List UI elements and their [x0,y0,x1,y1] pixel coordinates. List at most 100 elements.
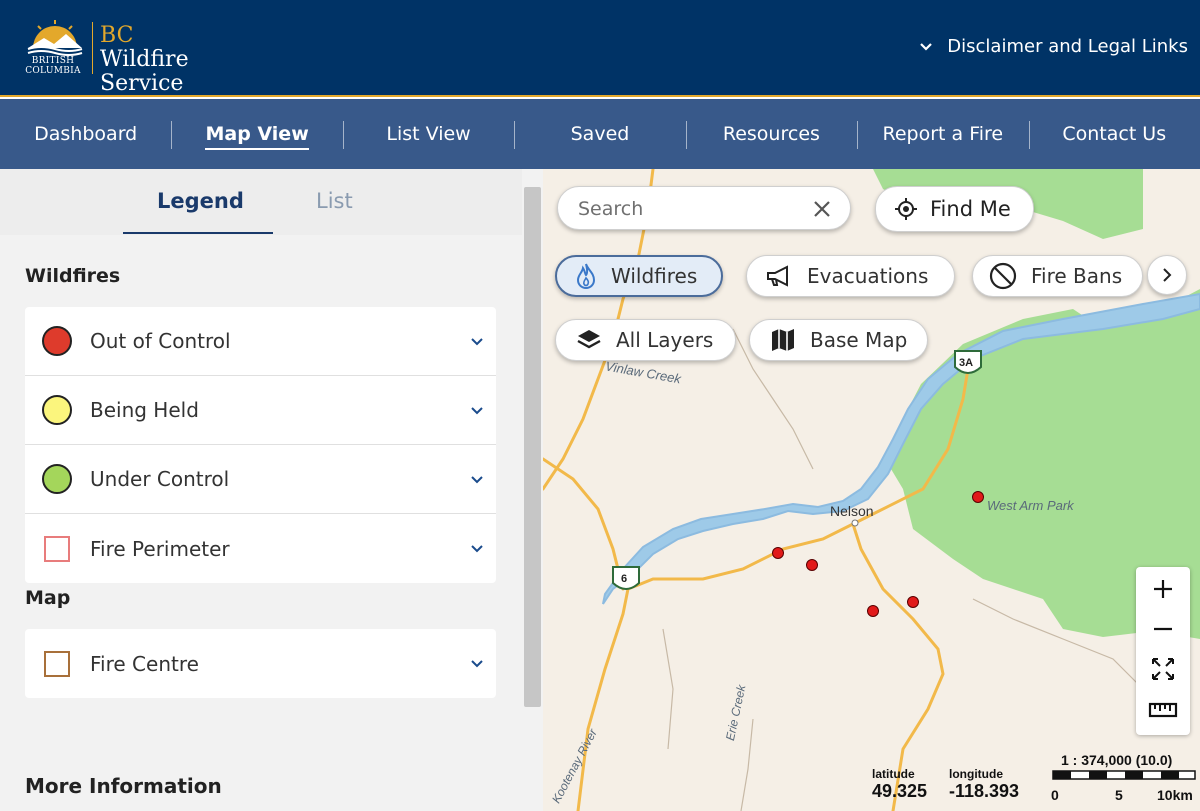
measure-button[interactable] [1136,689,1190,729]
expand-icon [1152,658,1174,680]
longitude-readout: longitude -118.393 [949,767,1019,802]
all-layers-label: All Layers [616,328,714,352]
clear-icon[interactable] [812,199,832,219]
fire-perimeter-square-icon [44,535,70,562]
fullscreen-button[interactable] [1136,649,1190,689]
panel-scrollbar[interactable] [524,187,541,707]
zoom-in-button[interactable] [1136,569,1190,609]
fire-marker[interactable] [867,605,879,617]
ban-icon [989,262,1017,290]
nav-report-a-fire[interactable]: Report a Fire [857,99,1028,169]
legend-item-fire-perimeter[interactable]: Fire Perimeter [25,514,496,583]
nav-list-view[interactable]: List View [342,99,514,169]
creek-line [662,628,674,750]
map-legend: Fire Centre [25,629,496,698]
latitude-readout: latitude 49.325 [872,767,927,802]
nav-label: List View [386,123,471,145]
legend-item-out-of-control[interactable]: Out of Control [25,307,496,376]
plus-icon [1154,580,1172,598]
nav-label: Map View [205,123,309,150]
all-layers-button[interactable]: All Layers [555,319,737,361]
chevron-right-icon [1163,268,1172,282]
latitude-label: latitude [872,767,915,781]
fire-marker[interactable] [806,559,818,571]
chevron-down-icon [920,42,933,51]
legend-item-label: Being Held [90,398,199,422]
logo-divider [92,22,93,74]
base-map-button[interactable]: Base Map [749,319,929,361]
chevron-down-icon[interactable] [470,406,484,416]
fire-marker[interactable] [972,491,984,503]
map-zoom-controls [1136,567,1190,735]
place-label-nelson: Nelson [830,503,874,519]
layers-icon [577,330,601,349]
panel-tabs: Legend List [0,169,522,235]
nav-saved[interactable]: Saved [514,99,685,169]
layer-label: Evacuations [807,264,929,288]
layer-fire-bans-button[interactable]: Fire Bans [972,255,1144,297]
bc-wildfire-logo[interactable]: BRITISH COLUMBIA BC Wildfire Service [18,18,228,96]
app-header: BRITISH COLUMBIA BC Wildfire Service Dis… [0,0,1200,97]
nav-label: Contact Us [1062,123,1167,145]
scale-bar [1052,770,1196,780]
zoom-out-button[interactable] [1136,609,1190,649]
layer-evacuations-button[interactable]: Evacuations [746,255,956,297]
layer-label: Wildfires [611,264,698,288]
nav-contact-us[interactable]: Contact Us [1028,99,1200,169]
main-nav: Dashboard Map View List View Saved Resou… [0,99,1200,169]
nav-label: Dashboard [34,123,138,145]
fire-marker[interactable] [907,596,919,608]
map-canvas[interactable]: 3A 6 Nelson West Arm Park Vinlaw Creek E… [543,169,1200,811]
road-nw [543,457,625,591]
legend-item-fire-centre[interactable]: Fire Centre [25,629,496,698]
legend-item-being-held[interactable]: Being Held [25,376,496,445]
under-control-dot-icon [42,464,72,494]
nav-resources[interactable]: Resources [685,99,857,169]
chevron-down-icon[interactable] [470,337,484,347]
fire-marker[interactable] [772,547,784,559]
nav-dashboard[interactable]: Dashboard [0,99,171,169]
scale-tick-0: 0 [1051,787,1059,803]
legend-item-under-control[interactable]: Under Control [25,445,496,514]
place-label-west-arm-park: West Arm Park [987,498,1074,513]
wildfires-legend: Out of Control Being Held Under Control … [25,307,496,583]
out-of-control-dot-icon [42,326,72,356]
map-search [557,186,851,230]
legend-item-label: Under Control [90,467,230,491]
base-map-label: Base Map [810,328,908,352]
ruler-icon [1148,702,1178,718]
layer-label: Fire Bans [1031,264,1123,288]
find-me-label: Find Me [930,197,1011,221]
scale-tick-5: 5 [1115,787,1123,803]
megaphone-icon [767,265,788,287]
nelson-town-dot [851,519,859,527]
nav-label: Report a Fire [882,123,1004,145]
chevron-down-icon[interactable] [470,544,484,554]
chevron-down-icon[interactable] [470,475,484,485]
search-input[interactable] [578,195,798,223]
more-information-title: More Information [25,774,222,798]
minus-icon [1154,627,1172,631]
disclaimer-link[interactable]: Disclaimer and Legal Links [919,36,1188,57]
logo-title-service: Service [100,71,184,96]
find-me-button[interactable]: Find Me [875,186,1034,232]
nav-label: Saved [570,123,630,145]
scroll-layers-right-button[interactable] [1147,255,1187,295]
disclaimer-label: Disclaimer and Legal Links [947,36,1188,57]
map-section-title: Map [25,587,71,609]
layer-wildfires-button[interactable]: Wildfires [555,255,724,297]
being-held-dot-icon [42,395,72,425]
nav-map-view[interactable]: Map View [171,99,342,169]
legend-item-label: Fire Centre [90,651,199,676]
nav-label: Resources [722,123,820,145]
longitude-label: longitude [949,767,1003,781]
chevron-down-icon[interactable] [470,659,484,669]
crosshair-icon [895,198,917,220]
wildfires-section-title: Wildfires [25,265,121,287]
tab-list[interactable]: List [316,189,353,213]
legend-item-label: Out of Control [90,329,231,353]
latitude-value: 49.325 [872,781,928,801]
logo-title: BC Wildfire Service [100,24,228,96]
tab-legend[interactable]: Legend [157,189,244,213]
logo-title-wildfire: Wildfire [100,47,189,72]
